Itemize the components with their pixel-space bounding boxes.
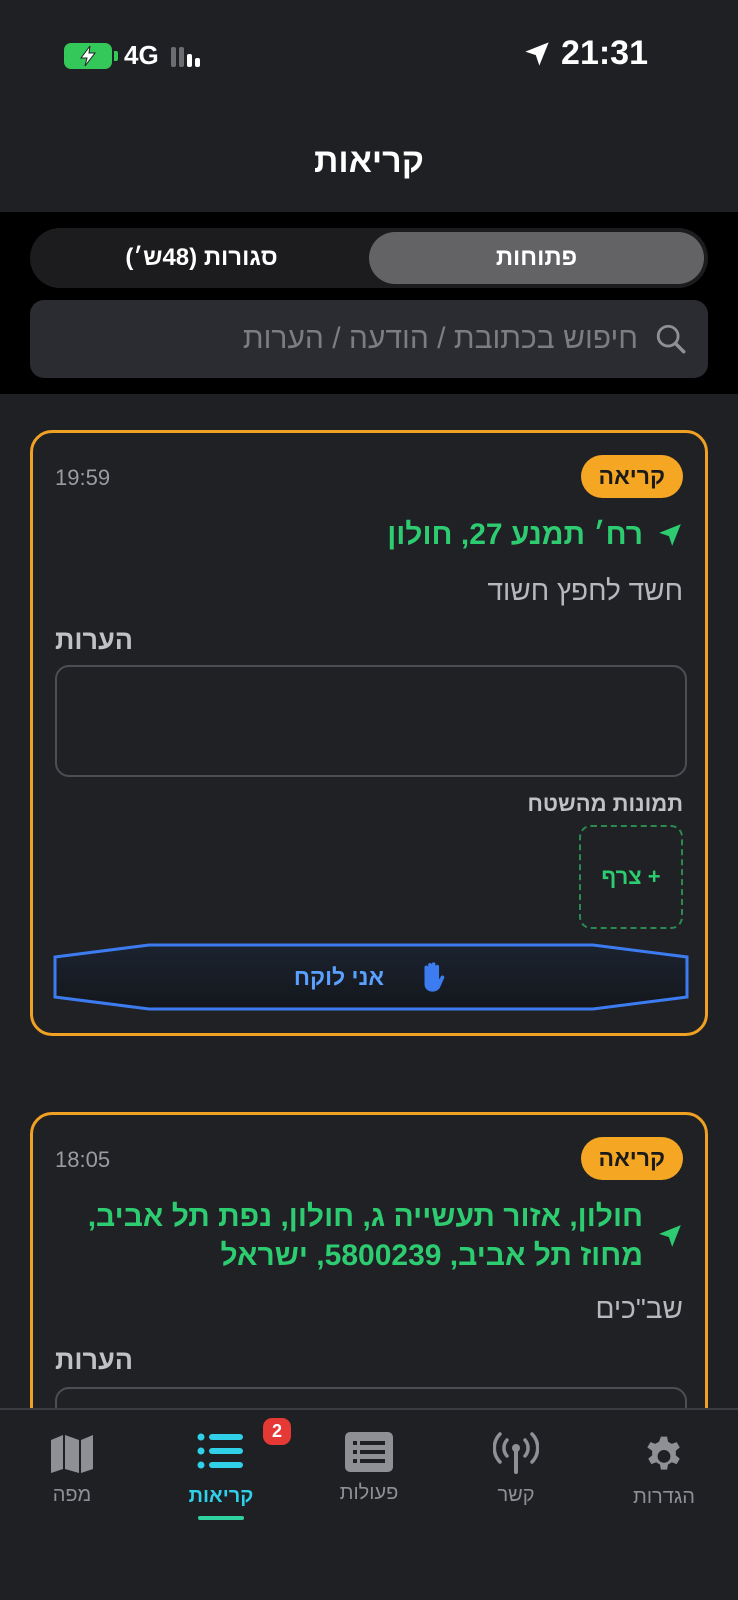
tab-calls[interactable]: 2 קריאות (161, 1418, 292, 1520)
unread-count-badge: 2 (263, 1418, 292, 1445)
bottom-tab-bar: מפה 2 קריאות פעולות קשר הגדרות (0, 1408, 738, 1600)
tab-comms[interactable]: קשר (456, 1432, 576, 1507)
notes-input[interactable] (55, 1387, 687, 1408)
network-type: 4G (124, 40, 159, 70)
document-list-icon (345, 1432, 393, 1472)
call-type-badge: קריאה (580, 1137, 683, 1180)
call-description: חשד לחפץ חשוד (487, 575, 684, 606)
tab-settings-label: הגדרות (633, 1486, 695, 1508)
call-card: קריאה 18:05 חולון, אזור תעשייה ג, חולון,… (30, 1112, 708, 1408)
filter-controls: פתוחות סגורות (48ש׳) (0, 212, 738, 394)
tab-open[interactable]: פתוחות (369, 232, 704, 284)
calls-list[interactable]: קריאה 19:59 רח׳ תמנע 27, חולון חשד לחפץ … (0, 394, 738, 1408)
tab-map-label: מפה (52, 1484, 92, 1506)
navigate-arrow-icon (659, 1225, 681, 1247)
antenna-icon (493, 1432, 539, 1474)
tab-actions-label: פעולות (339, 1482, 399, 1504)
signal-icon (170, 45, 200, 67)
call-address-text: חולון, אזור תעשייה ג, חולון, נפת תל אביב… (87, 1200, 643, 1272)
status-bar: 4G 21:31 (0, 0, 738, 110)
gear-icon (647, 1436, 680, 1470)
call-address[interactable]: חולון, אזור תעשייה ג, חולון, נפת תל אביב… (55, 1197, 683, 1275)
field-photos-label: תמונות מהשטח (527, 791, 683, 816)
page-title: קריאות (314, 141, 424, 180)
search-icon (656, 324, 686, 354)
clock: 21:31 (561, 34, 648, 72)
search-input[interactable] (78, 322, 638, 356)
take-call-button[interactable]: אני לוקח (53, 943, 689, 1011)
call-type-badge: קריאה (580, 455, 683, 498)
notes-input[interactable] (55, 665, 687, 777)
tab-comms-label: קשר (497, 1484, 535, 1506)
tab-calls-label: קריאות (188, 1485, 254, 1507)
hand-icon (424, 962, 445, 992)
list-icon (197, 1433, 243, 1469)
tab-settings[interactable]: הגדרות (604, 1432, 724, 1509)
tab-closed[interactable]: סגורות (48ש׳) (34, 232, 369, 284)
active-tab-indicator (198, 1516, 244, 1520)
search-bar[interactable] (30, 300, 708, 378)
take-call-label: אני לוקח (293, 963, 385, 990)
call-address-text: רח׳ תמנע 27, חולון (387, 518, 643, 551)
notes-label: הערות (55, 625, 134, 655)
map-icon (51, 1435, 93, 1473)
battery-charging-icon (64, 42, 118, 69)
call-card: קריאה 19:59 רח׳ תמנע 27, חולון חשד לחפץ … (30, 430, 708, 1036)
call-time: 18:05 (55, 1147, 111, 1172)
call-address[interactable]: רח׳ תמנע 27, חולון (55, 515, 683, 554)
notes-label: הערות (55, 1345, 134, 1375)
header: קריאות (0, 110, 738, 212)
attach-photo-button[interactable]: + צרף (579, 825, 683, 929)
tab-map[interactable]: מפה (12, 1432, 132, 1507)
call-description: שב"כים (595, 1293, 683, 1324)
location-arrow-icon (525, 41, 549, 66)
tab-actions[interactable]: פעולות (309, 1432, 429, 1505)
call-time: 19:59 (55, 465, 111, 490)
open-closed-segmented-control: פתוחות סגורות (48ש׳) (30, 228, 708, 288)
navigate-arrow-icon (659, 523, 681, 546)
